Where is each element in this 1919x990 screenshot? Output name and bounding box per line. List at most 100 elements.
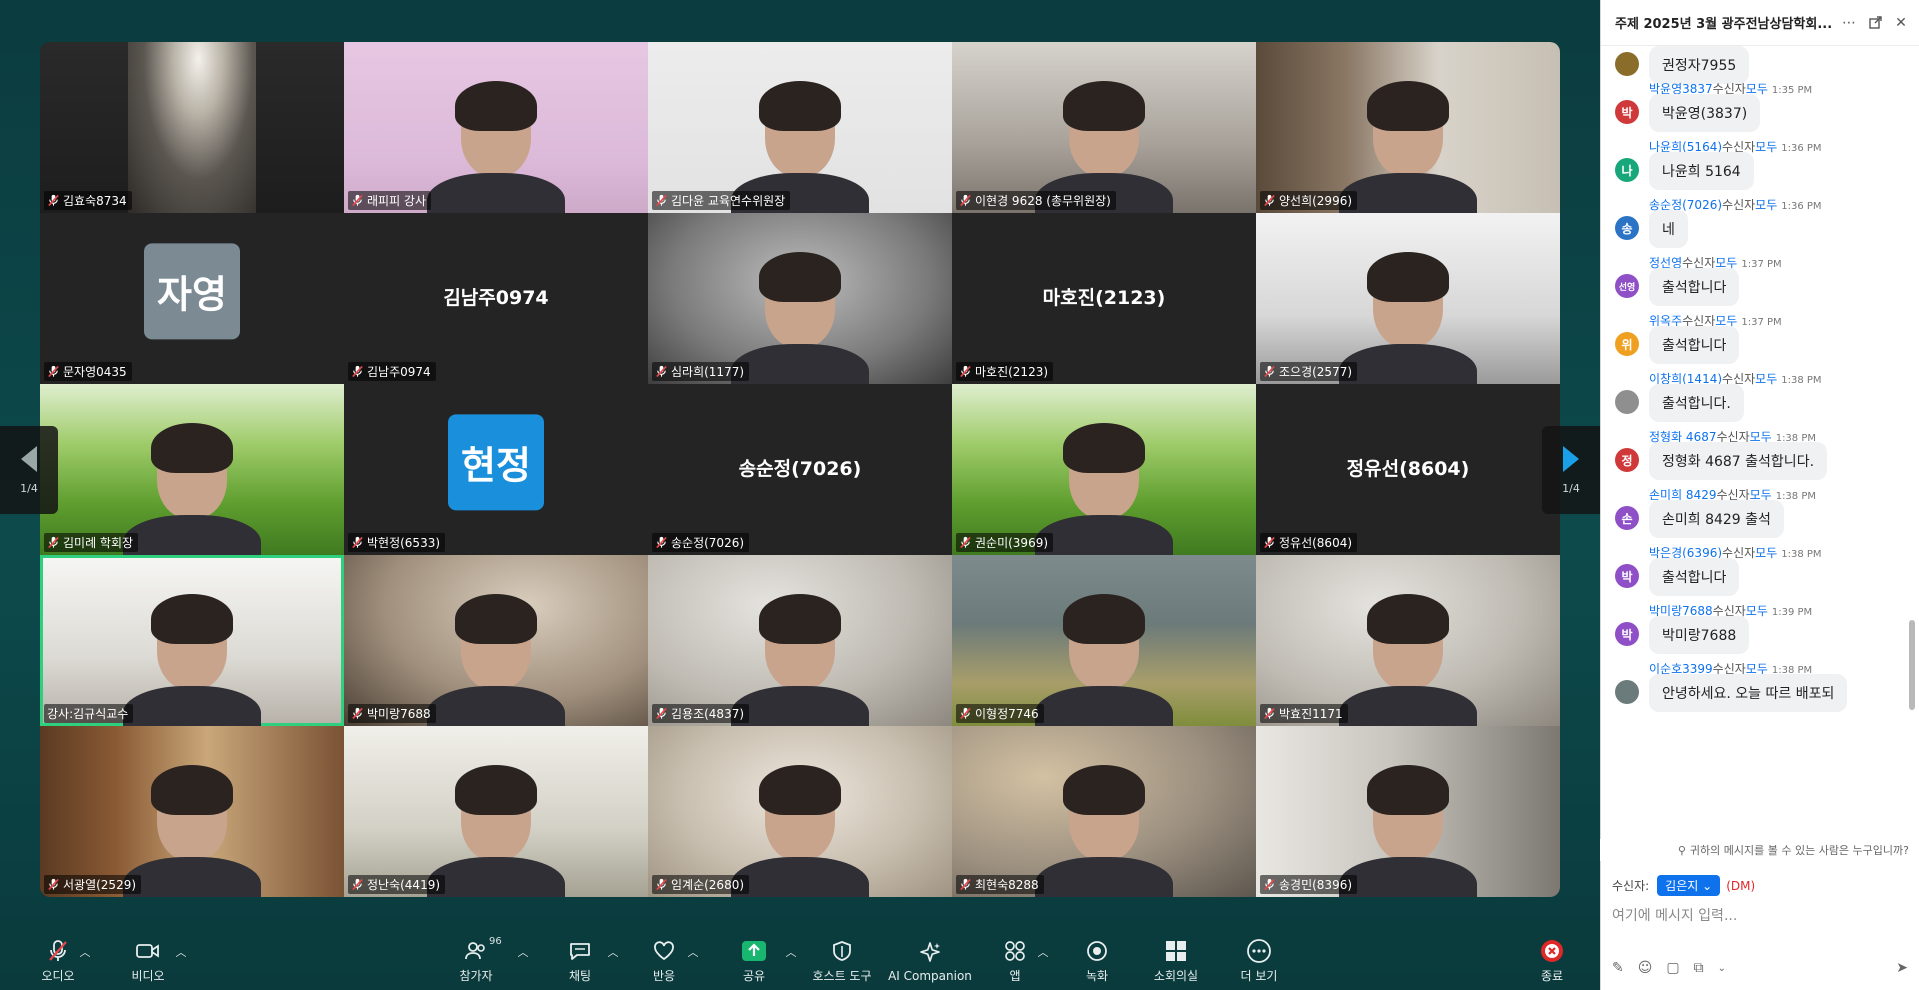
share-options-caret[interactable]: ︿ [784,934,798,988]
sender-avatar[interactable] [1615,680,1639,704]
previous-page-button[interactable]: 1/4 [0,426,58,514]
video-options-caret[interactable]: ︿ [174,934,188,988]
breakout-rooms-button[interactable]: 소회의실 [1146,934,1206,988]
participant-name: 김남주0974 [367,365,431,379]
participant-tile[interactable]: 조으경(2577) [1256,213,1560,384]
message-bubble: 박미랑7688 [1649,616,1750,654]
react-button[interactable]: 반응 [636,934,692,988]
participant-tile[interactable]: 서광열(2529) [40,726,344,897]
participant-tile[interactable]: 정난숙(4419) [344,726,648,897]
participant-tile[interactable]: 박효진1171 [1256,555,1560,726]
participant-tile[interactable]: 최현숙8288 [952,726,1256,897]
apps-icon [1003,938,1027,964]
audio-options-caret[interactable]: ︿ [78,934,92,988]
sender-avatar[interactable]: 정 [1615,448,1639,472]
message-recipient[interactable]: 모두 [1746,604,1768,618]
next-page-button[interactable]: 1/4 [1542,426,1600,514]
sender-avatar[interactable]: 박 [1615,564,1639,588]
participant-tile[interactable]: 마호진(2123) 마호진(2123) [952,213,1256,384]
participants-count: 96 [489,936,502,947]
participant-name: 박미랑7688 [367,707,431,721]
sender-avatar[interactable]: 선영 [1615,274,1639,298]
microphone-muted-icon [655,878,668,891]
participant-tile[interactable]: 이형정7746 [952,555,1256,726]
participant-tile[interactable]: 김다윤 교육연수위원장 [648,42,952,213]
recipient-label: 수신자: [1612,879,1650,893]
sender-avatar[interactable]: 박 [1615,622,1639,646]
chat-message: 이창희(1414)수신자모두 1:38 PM 출석합니다. [1601,370,1901,426]
more-options-icon[interactable]: ⋯ [1839,13,1859,33]
send-icon[interactable]: ➤ [1896,960,1908,976]
participant-tile[interactable]: 임계순(2680) [648,726,952,897]
participant-name-tag: 정난숙(4419) [348,875,446,894]
participant-tile[interactable]: 김용조(4837) [648,555,952,726]
participant-tile[interactable]: 심라희(1177) [648,213,952,384]
end-meeting-button[interactable]: 종료 [1530,934,1574,988]
react-options-caret[interactable]: ︿ [686,934,700,988]
recipient-dropdown[interactable]: 김은지 ⌄ [1657,875,1721,896]
sender-avatar[interactable] [1615,390,1639,414]
participant-tile[interactable]: 김효숙8734 [40,42,344,213]
participant-tile[interactable]: 현정 박현정(6533) [344,384,648,555]
sender-avatar[interactable]: 나 [1615,158,1639,182]
file-icon[interactable]: ▢ [1666,960,1679,976]
format-icon[interactable]: ✎ [1612,960,1624,976]
participant-tile[interactable]: 자영 문자영0435 [40,213,344,384]
host-tools-button[interactable]: 호스트 도구 [806,934,878,988]
ai-companion-button[interactable]: AI Companion [888,934,972,988]
participants-button[interactable]: 96 참가자 [448,934,504,988]
chevron-down-icon[interactable]: ⌄ [1718,963,1726,974]
emoji-icon[interactable]: ☺ [1638,960,1653,976]
message-time: 1:37 PM [1741,259,1782,270]
message-recipient[interactable]: 모두 [1755,198,1777,212]
participant-tile[interactable]: 래피피 강사 [344,42,648,213]
participant-tile[interactable]: 정유선(8604) 정유선(8604) [1256,384,1560,555]
pop-out-icon[interactable] [1865,13,1885,33]
participant-name: 권순미(3969) [975,536,1049,550]
microphone-muted-icon [655,194,668,207]
participant-name: 이형정7746 [975,707,1039,721]
participant-tile[interactable]: 양선희(2996) [1256,42,1560,213]
message-recipient[interactable]: 모두 [1755,372,1777,386]
video-button[interactable]: 비디오 [120,934,176,988]
record-button[interactable]: 녹화 [1072,934,1122,988]
chat-tools: ✎ ☺ ▢ ⧉ ⌄ ➤ [1612,960,1908,976]
heart-icon [652,938,676,964]
participant-tile[interactable]: 박미랑7688 [344,555,648,726]
participants-options-caret[interactable]: ︿ [516,934,530,988]
chat-message-input[interactable] [1612,902,1902,930]
sender-avatar[interactable]: 박 [1615,100,1639,124]
apps-button[interactable]: 앱 [990,934,1040,988]
sender-avatar[interactable]: 송 [1615,216,1639,240]
close-icon[interactable]: ✕ [1891,13,1911,33]
participant-name: 이현경 9628 (총무위원장) [975,194,1111,208]
chat-scrollbar[interactable] [1909,620,1915,710]
participant-tile[interactable]: 송순정(7026) 송순정(7026) [648,384,952,555]
message-recipient[interactable]: 모두 [1755,140,1777,154]
participant-tile[interactable]: 이현경 9628 (총무위원장) [952,42,1256,213]
participant-name-tag: 양선희(2996) [1260,191,1358,210]
chat-button[interactable]: 채팅 [552,934,608,988]
participant-tile[interactable]: 권순미(3969) [952,384,1256,555]
microphone-muted-icon [1263,365,1276,378]
apps-options-caret[interactable]: ︿ [1036,934,1050,988]
participant-tile[interactable]: 김남주0974 김남주0974 [344,213,648,384]
microphone-muted-icon [655,707,668,720]
share-button[interactable]: 공유 [726,934,782,988]
message-visibility-hint[interactable]: ⚲ 귀하의 메시지를 볼 수 있는 사람은 누구입니까? [1600,839,1919,861]
react-label: 반응 [652,969,676,983]
microphone-muted-icon [1263,707,1276,720]
sender-avatar[interactable]: 위 [1615,332,1639,356]
participant-tile[interactable]: 송경민(8396) [1256,726,1560,897]
participant-display-name: 정유선(8604) [1346,457,1470,480]
more-button[interactable]: 더 보기 [1232,934,1286,988]
sender-avatar[interactable]: 손 [1615,506,1639,530]
participant-name: 김다윤 교육연수위원장 [671,194,786,208]
message-recipient[interactable]: 모두 [1755,546,1777,560]
screenshot-icon[interactable]: ⧉ [1694,960,1704,976]
participant-name-tag: 김미례 학회장 [44,533,139,552]
participant-tile[interactable]: 강사:김규식교수 [40,555,344,726]
participant-tile[interactable]: 김미례 학회장 [40,384,344,555]
sender-avatar[interactable] [1615,52,1639,76]
chat-options-caret[interactable]: ︿ [606,934,620,988]
